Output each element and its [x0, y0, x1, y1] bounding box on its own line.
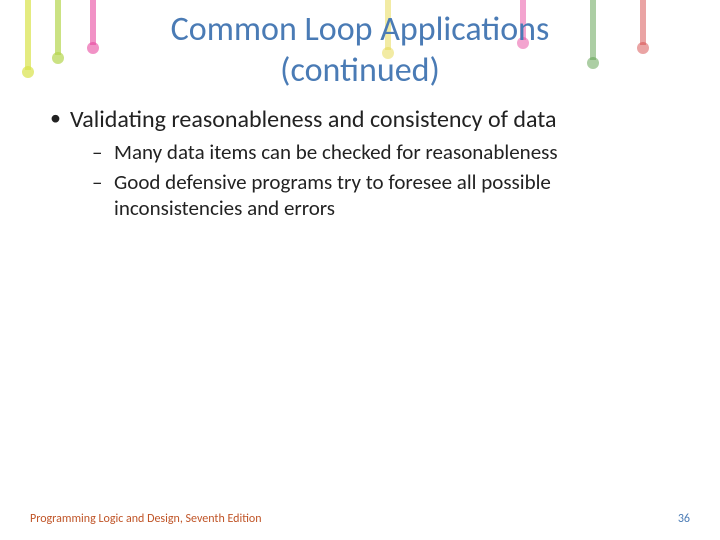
bullet-main-text: Validating reasonableness and consistenc… — [70, 105, 557, 134]
bullet-sub-text: Good defensive programs try to foresee a… — [114, 169, 551, 221]
bullet-sub-text: Many data items can be checked for reaso… — [114, 139, 558, 165]
slide-body: Validating reasonableness and consistenc… — [0, 92, 720, 222]
bullet-sub: Many data items can be checked for reaso… — [84, 139, 672, 165]
bullet-sub: Good defensive programs try to foresee a… — [84, 169, 672, 222]
title-line-1: Common Loop Applications — [171, 9, 550, 50]
title-line-2: (continued) — [280, 50, 440, 91]
footer-book-title: Programming Logic and Design, Seventh Ed… — [30, 512, 262, 526]
footer-page-number: 36 — [678, 512, 690, 526]
slide-footer: Programming Logic and Design, Seventh Ed… — [0, 512, 720, 526]
slide-title: Common Loop Applications (continued) — [0, 0, 720, 92]
bullet-main: Validating reasonableness and consistenc… — [48, 104, 672, 222]
